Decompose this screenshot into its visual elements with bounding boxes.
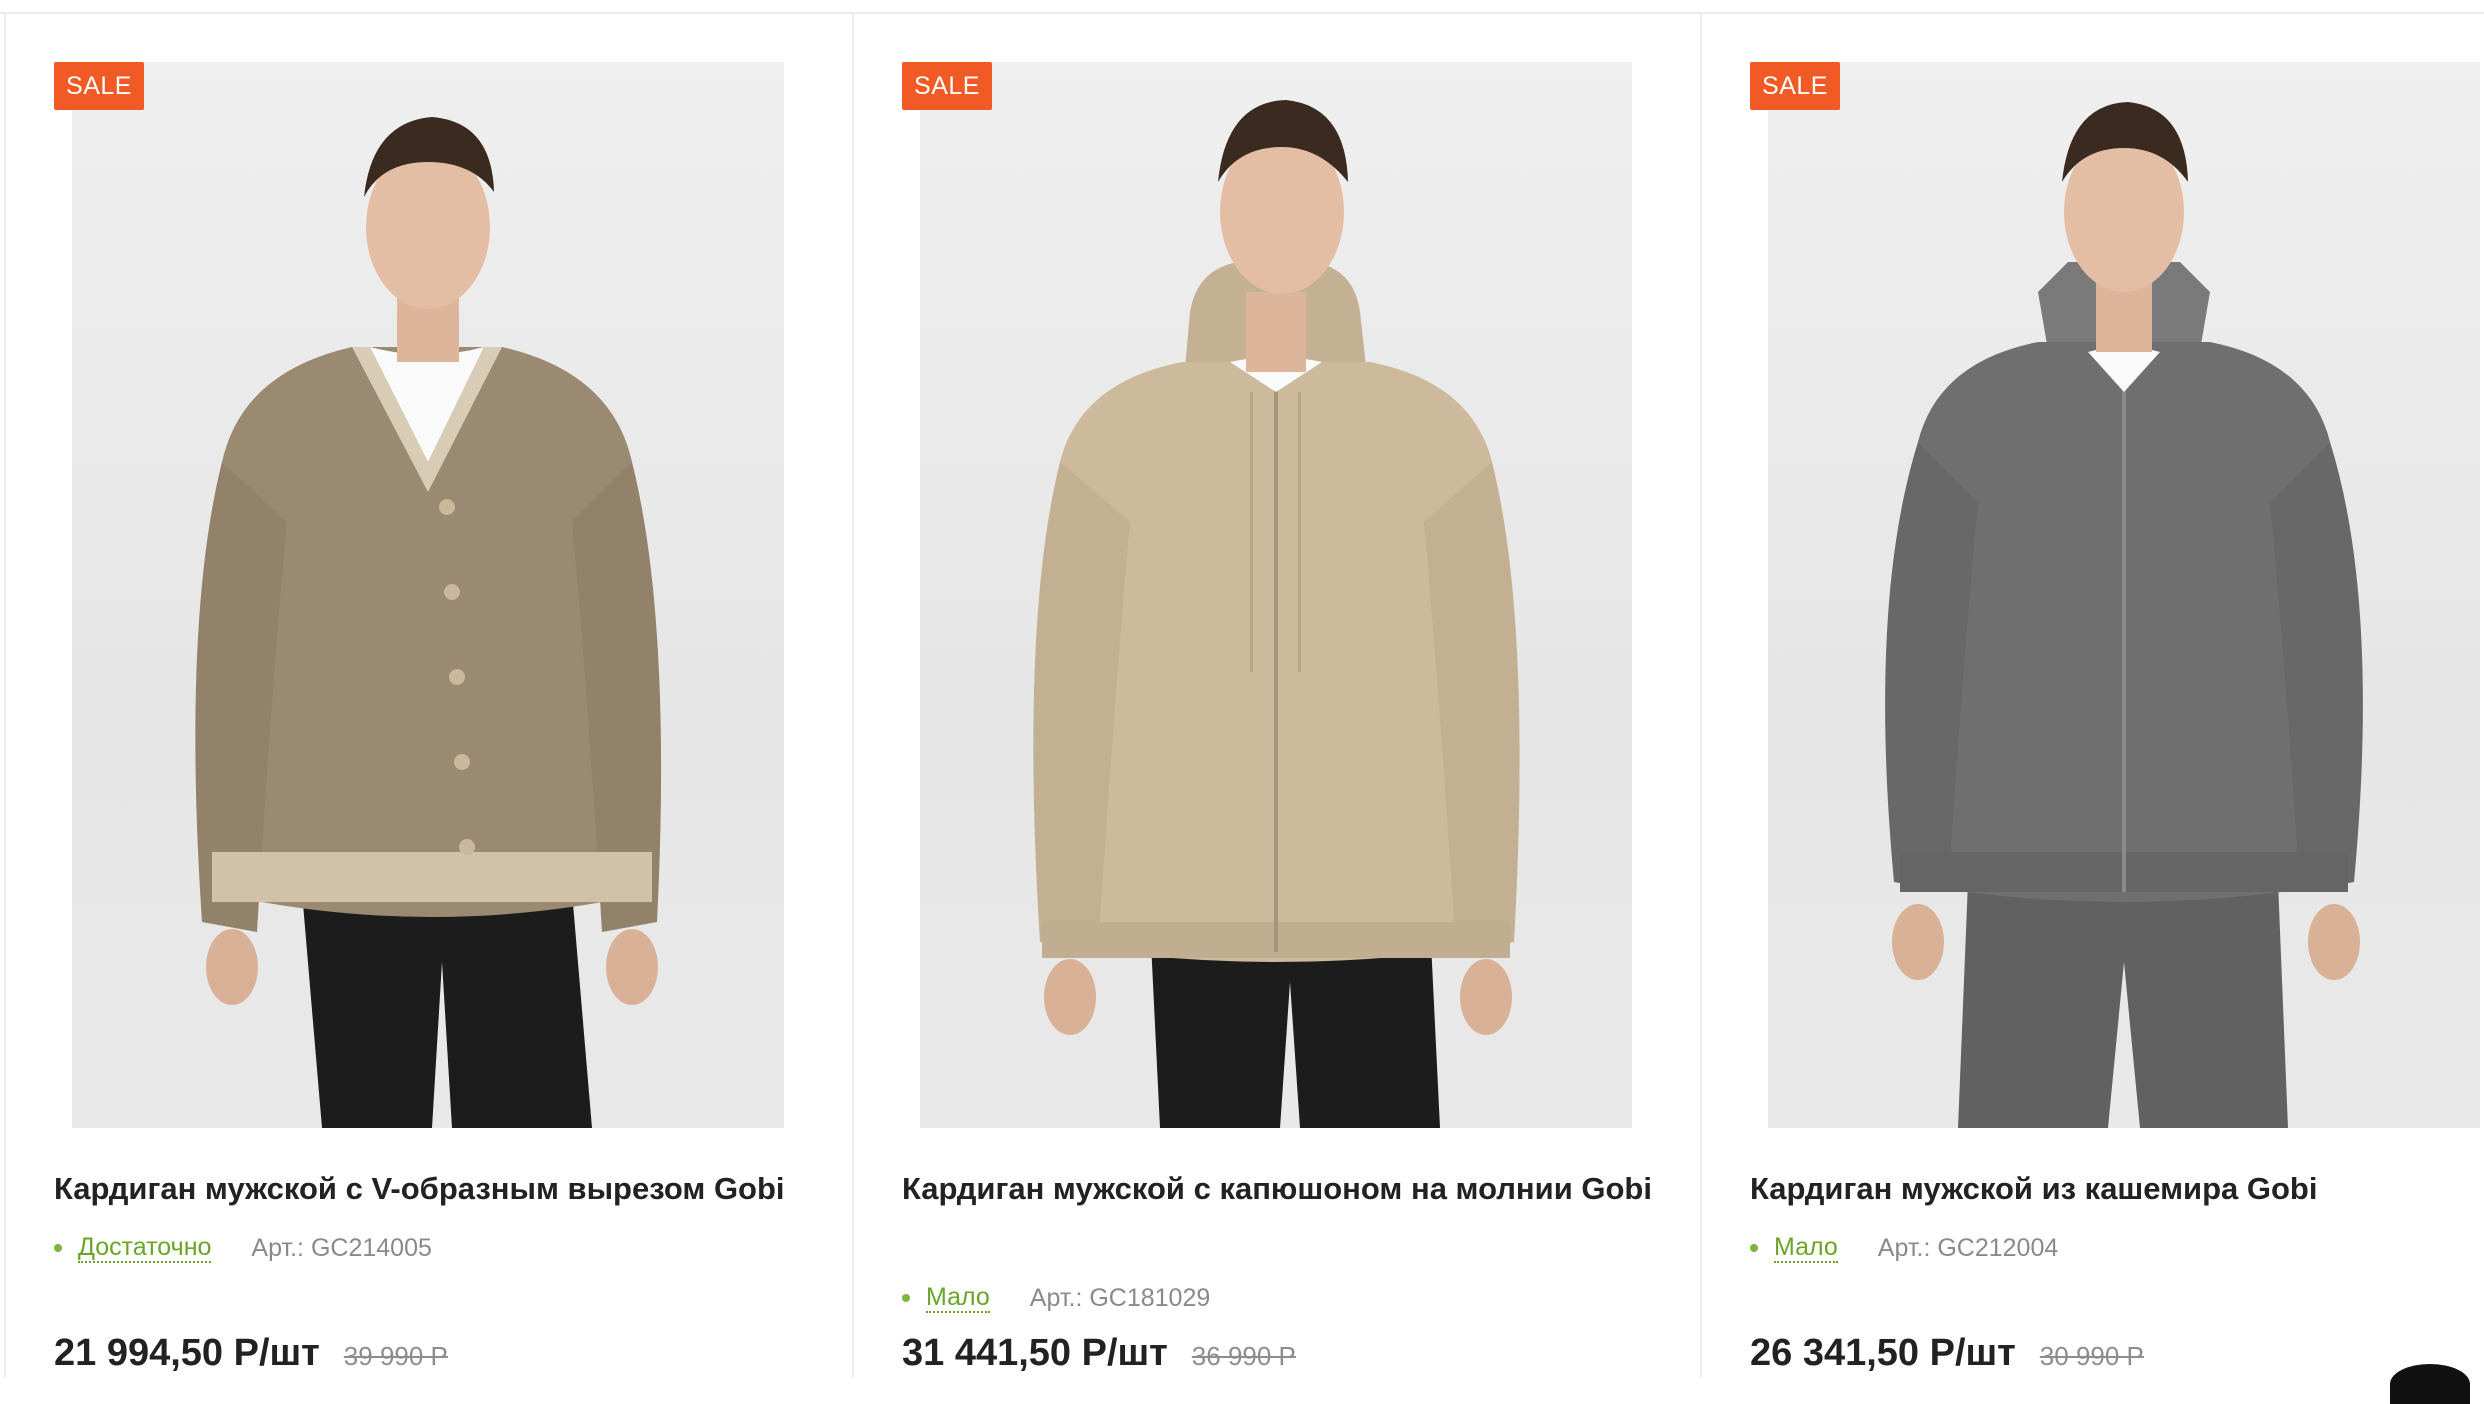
stock-dot-icon — [1750, 1244, 1758, 1252]
product-photo-illustration — [1033, 100, 1520, 1128]
product-photo-illustration — [195, 117, 662, 1128]
price-row: 26 341,50 Р/шт 30 990 Р — [1750, 1332, 2144, 1392]
product-title[interactable]: Кардиган мужской с V-образным вырезом Go… — [54, 1164, 814, 1214]
current-price: 21 994,50 Р/шт — [54, 1332, 320, 1374]
product-card[interactable]: SALE Кардиган мужской с V-образным вырез… — [4, 14, 854, 1378]
stock-status[interactable]: Мало — [1774, 1233, 1838, 1263]
product-sku: Арт.: GC181029 — [1029, 1284, 1211, 1312]
price-row: 31 441,50 Р/шт 36 990 Р — [902, 1332, 1296, 1392]
sale-badge: SALE — [54, 62, 144, 110]
current-price: 26 341,50 Р/шт — [1750, 1332, 2016, 1374]
sale-badge: SALE — [902, 62, 992, 110]
product-photo-illustration — [1885, 102, 2363, 1128]
product-title[interactable]: Кардиган мужской из кашемира Gobi — [1750, 1164, 2484, 1214]
old-price: 30 990 Р — [2039, 1341, 2144, 1371]
old-price: 39 990 Р — [343, 1341, 448, 1371]
product-card[interactable]: SALE Кардиган мужской из кашемира Gobi М… — [1700, 14, 2484, 1378]
stock-status[interactable]: Достаточно — [78, 1233, 212, 1263]
product-meta: Достаточно Арт.: GC214005 — [54, 1228, 432, 1268]
product-sku: Арт.: GC212004 — [1877, 1234, 2059, 1262]
product-image[interactable] — [1768, 62, 2480, 1128]
product-image[interactable] — [72, 62, 784, 1128]
product-image[interactable] — [920, 62, 1632, 1128]
stock-dot-icon — [902, 1294, 910, 1302]
current-price: 31 441,50 Р/шт — [902, 1332, 1168, 1374]
chat-widget-icon[interactable] — [2390, 1364, 2470, 1404]
stock-dot-icon — [54, 1244, 62, 1252]
product-grid: SALE Кардиган мужской с V-образным вырез… — [0, 14, 2484, 1378]
product-sku: Арт.: GC214005 — [251, 1234, 432, 1262]
sale-badge: SALE — [1750, 62, 1840, 110]
product-meta: Мало Арт.: GC181029 — [902, 1278, 1210, 1318]
price-row: 21 994,50 Р/шт 39 990 Р — [54, 1332, 448, 1392]
stock-status[interactable]: Мало — [926, 1283, 990, 1313]
product-title[interactable]: Кардиган мужской с капюшоном на молнии G… — [902, 1164, 1662, 1214]
old-price: 36 990 Р — [1191, 1341, 1296, 1371]
product-meta: Мало Арт.: GC212004 — [1750, 1228, 2058, 1268]
product-card[interactable]: SALE Кардиган мужской с капюшоном на мол… — [852, 14, 1702, 1378]
